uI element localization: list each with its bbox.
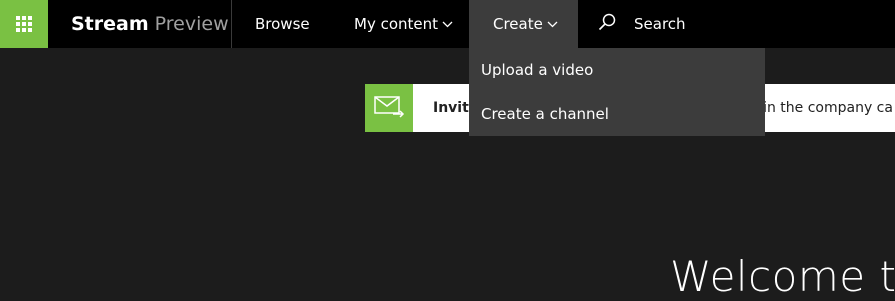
invite-tail-text: e in the company ca xyxy=(750,100,893,116)
nav-browse[interactable]: Browse xyxy=(255,0,310,48)
brand-sub: Preview xyxy=(154,13,229,35)
brand-name: Stream xyxy=(71,13,149,35)
app-launcher-button[interactable] xyxy=(0,0,48,48)
nav-create-label: Create xyxy=(493,15,543,33)
menu-item-label: Upload a video xyxy=(481,61,594,79)
invite-icon-box xyxy=(365,84,413,132)
menu-item-label: Create a channel xyxy=(481,105,609,123)
menu-item-upload-video[interactable]: Upload a video xyxy=(469,48,765,92)
top-bar: Stream Preview Browse My content Create … xyxy=(0,0,895,48)
brand-logo[interactable]: Stream Preview xyxy=(71,0,229,48)
header-divider xyxy=(231,0,232,48)
nav-my-content[interactable]: My content xyxy=(354,0,453,48)
search-button[interactable]: Search xyxy=(598,0,686,48)
waffle-icon xyxy=(16,16,32,32)
nav-create[interactable]: Create xyxy=(469,0,578,48)
search-icon xyxy=(598,13,616,35)
chevron-down-icon xyxy=(442,21,453,28)
nav-my-content-label: My content xyxy=(354,15,439,33)
nav-browse-label: Browse xyxy=(255,15,310,33)
mail-send-icon xyxy=(373,94,405,122)
menu-item-create-channel[interactable]: Create a channel xyxy=(469,92,765,136)
welcome-heading: Welcome to xyxy=(670,252,895,301)
chevron-down-icon xyxy=(547,21,558,28)
create-dropdown-menu: Upload a video Create a channel xyxy=(469,48,765,136)
search-label: Search xyxy=(634,15,686,33)
